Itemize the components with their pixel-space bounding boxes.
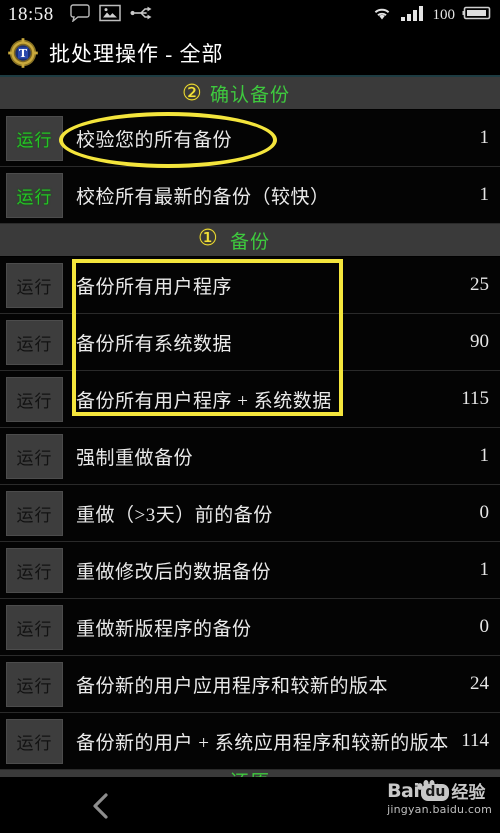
row-action-label: 重做（>3天）前的备份 [76,504,273,526]
batch-action-list: 确认备份 运行 校验您的所有备份 1 运行 校检所有最新的备份（较快） 1 备份 运行 备份所有用… [0,77,500,778]
run-button[interactable]: 运行 [6,604,63,650]
table-row[interactable]: 运行 重做新版程序的备份 0 [0,599,500,656]
watermark-bai-text: Bai [387,780,420,802]
run-button[interactable]: 运行 [6,547,63,593]
title-bar: T 批处理操作 - 全部 [0,30,500,75]
status-bar-right: 100 [371,0,493,30]
run-button[interactable]: 运行 [6,172,63,218]
table-row[interactable]: 运行 备份新的用户应用程序和较新的版本 24 [0,656,500,713]
row-action-label: 重做新版程序的备份 [76,618,252,640]
row-count: 0 [479,616,490,637]
phone-screen: 18:58 100 T 批处理操作 - 全部 确认备份 运行 校验您的所有备份 … [0,0,500,833]
usb-icon [130,5,154,26]
table-row[interactable]: 运行 备份所有系统数据 90 [0,314,500,371]
row-count: 1 [479,184,490,205]
gallery-image-icon [99,4,121,27]
table-row[interactable]: 运行 重做修改后的数据备份 1 [0,542,500,599]
page-title: 批处理操作 - 全部 [49,41,224,66]
run-button[interactable]: 运行 [6,115,63,161]
row-count: 0 [479,502,490,523]
run-button[interactable]: 运行 [6,718,63,764]
row-count: 1 [479,559,490,580]
row-action-label: 强制重做备份 [76,447,194,469]
chat-bubble-icon [70,3,90,27]
row-count: 90 [470,331,489,352]
status-clock: 18:58 [8,4,54,25]
table-row[interactable]: 运行 重做（>3天）前的备份 0 [0,485,500,542]
table-row[interactable]: 运行 校验您的所有备份 1 [0,110,500,167]
row-action-label: 备份所有用户程序 [76,276,233,298]
battery-percent-label: 100 [432,6,456,23]
row-count: 25 [470,274,489,295]
wifi-icon [371,4,393,27]
watermark-jingyan-text: 经验 [451,783,486,803]
section-confirm-backup: 确认备份 [0,77,500,110]
baidu-jingyan-watermark: Bai du 经验 jingyan.baidu.com [387,780,492,816]
row-count: 115 [461,388,489,409]
table-row[interactable]: 运行 备份新的用户 + 系统应用程序和较新的版本 114 [0,713,500,770]
run-button[interactable]: 运行 [6,433,63,479]
battery-icon [462,5,492,26]
status-bar-left: 18:58 [8,3,154,27]
row-action-label: 校验您的所有备份 [76,129,233,151]
row-action-label: 重做修改后的数据备份 [76,561,272,583]
row-action-label: 备份新的用户 + 系统应用程序和较新的版本 [76,732,449,754]
cellular-signal-icon [400,4,426,27]
section-restore: 还原 [0,770,500,778]
table-row[interactable]: 运行 校检所有最新的备份（较快） 1 [0,167,500,224]
section-label: 还原 [230,770,270,777]
table-row[interactable]: 运行 强制重做备份 1 [0,428,500,485]
table-row[interactable]: 运行 备份所有用户程序 + 系统数据 115 [0,371,500,428]
section-label: 备份 [229,231,270,253]
run-button[interactable]: 运行 [6,490,63,536]
run-button[interactable]: 运行 [6,262,63,308]
system-navigation-bar: Bai du 经验 jingyan.baidu.com [0,778,500,833]
watermark-du-badge: du [421,783,450,801]
svg-text:T: T [19,47,28,60]
row-count: 1 [479,127,490,148]
status-bar: 18:58 100 [0,0,500,30]
row-action-label: 备份所有系统数据 [76,333,233,355]
titanium-backup-gear-icon: T [8,37,38,68]
row-count: 114 [461,730,489,751]
back-chevron-icon[interactable] [88,791,114,821]
section-backup: 备份 [0,224,500,257]
watermark-url: jingyan.baidu.com [387,802,492,816]
row-action-label: 校检所有最新的备份（较快） [76,186,330,208]
run-button[interactable]: 运行 [6,319,63,365]
row-action-label: 备份所有用户程序 + 系统数据 [76,390,332,412]
run-button[interactable]: 运行 [6,376,63,422]
row-count: 24 [470,673,489,694]
table-row[interactable]: 运行 备份所有用户程序 25 [0,257,500,314]
section-label: 确认备份 [209,84,290,106]
row-count: 1 [479,445,490,466]
watermark-logo-row: Bai du 经验 [387,780,492,803]
run-button[interactable]: 运行 [6,661,63,707]
row-action-label: 备份新的用户应用程序和较新的版本 [76,675,389,697]
